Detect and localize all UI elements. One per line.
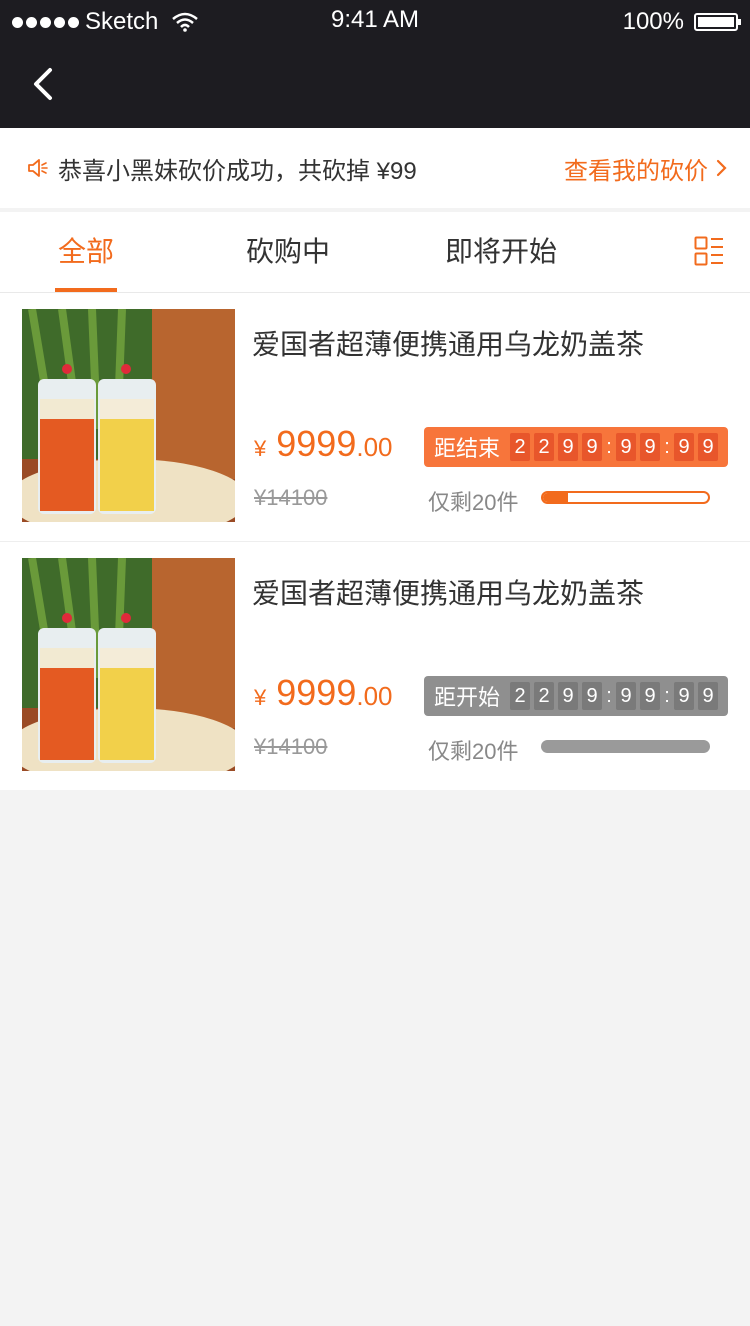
notice-bar: 恭喜小黑妹砍价成功，共砍掉 ¥99 查看我的砍价: [0, 128, 750, 208]
notice-text: 恭喜小黑妹砍价成功，共砍掉 ¥99: [58, 157, 417, 185]
timer-separator: :: [664, 435, 670, 458]
original-price: ¥14100: [254, 734, 328, 759]
tab-bar: 全部 砍购中 即将开始: [0, 212, 750, 293]
timer-separator: :: [606, 435, 612, 458]
timer-digit: 9: [640, 433, 661, 461]
product-image: [22, 558, 235, 771]
timer-label: 距结束: [434, 436, 501, 461]
timer-digit: 2: [510, 433, 531, 461]
timer-digit: 9: [582, 433, 603, 461]
original-price: ¥14100: [254, 485, 328, 510]
timer-digit: 2: [510, 682, 531, 710]
timer-separator: :: [606, 684, 612, 707]
stock-progress-bar: [541, 740, 710, 753]
my-bargain-label: 查看我的砍价: [564, 157, 708, 185]
stock-text: 仅剩20件: [428, 739, 519, 764]
timer-digit: 2: [534, 682, 555, 710]
chevron-right-icon: [716, 159, 727, 177]
product-title: 爱国者超薄便携通用乌龙奶盖茶: [252, 578, 645, 609]
stock-progress-fill: [543, 493, 568, 502]
price-decimal: .00: [356, 681, 393, 711]
timer-digit: 9: [698, 433, 719, 461]
status-bar: Sketch 9:41 AM 100%: [0, 0, 750, 44]
price-decimal: .00: [356, 432, 393, 462]
product-image: [22, 309, 235, 522]
product-price: ¥ 9999 .00: [254, 672, 393, 714]
battery-percent: 100%: [622, 8, 684, 35]
stock-progress-bar: [541, 491, 710, 504]
timer-digit: 9: [698, 682, 719, 710]
tab-bargaining[interactable]: 砍购中: [245, 212, 331, 292]
list-view-icon[interactable]: [694, 236, 724, 266]
back-icon[interactable]: [26, 62, 66, 106]
currency-symbol: ¥: [254, 436, 267, 461]
currency-symbol: ¥: [254, 685, 267, 710]
price-integer: 9999: [276, 423, 357, 464]
tab-upcoming[interactable]: 即将开始: [445, 212, 557, 292]
countdown-timer: 距结束 2 2 9 9 : 9 9 : 9 9: [424, 427, 728, 467]
timer-separator: :: [664, 684, 670, 707]
product-item[interactable]: 爱国者超薄便携通用乌龙奶盖茶 ¥ 9999 .00 ¥14100 距开始 2 2…: [0, 542, 750, 790]
timer-digit: 9: [616, 433, 637, 461]
stock-text: 仅剩20件: [428, 490, 519, 515]
battery-icon: [694, 13, 741, 31]
nav-bar: [0, 44, 750, 128]
speaker-icon: [28, 159, 48, 177]
price-integer: 9999: [276, 672, 357, 713]
my-bargain-link[interactable]: 查看我的砍价: [564, 128, 728, 208]
battery-area: 100%: [622, 8, 741, 36]
timer-digit: 9: [582, 682, 603, 710]
timer-digit: 9: [640, 682, 661, 710]
product-list: 爱国者超薄便携通用乌龙奶盖茶 ¥ 9999 .00 ¥14100 距结束 2 2…: [0, 293, 750, 790]
timer-digit: 9: [674, 682, 695, 710]
timer-digit: 9: [616, 682, 637, 710]
timer-digit: 9: [558, 433, 579, 461]
timer-digit: 9: [674, 433, 695, 461]
countdown-timer: 距开始 2 2 9 9 : 9 9 : 9 9: [424, 676, 728, 716]
timer-digit: 9: [558, 682, 579, 710]
product-item[interactable]: 爱国者超薄便携通用乌龙奶盖茶 ¥ 9999 .00 ¥14100 距结束 2 2…: [0, 293, 750, 542]
tab-all[interactable]: 全部: [55, 212, 117, 292]
product-price: ¥ 9999 .00: [254, 423, 393, 465]
product-title: 爱国者超薄便携通用乌龙奶盖茶: [252, 329, 645, 360]
timer-digit: 2: [534, 433, 555, 461]
timer-label: 距开始: [434, 685, 501, 710]
